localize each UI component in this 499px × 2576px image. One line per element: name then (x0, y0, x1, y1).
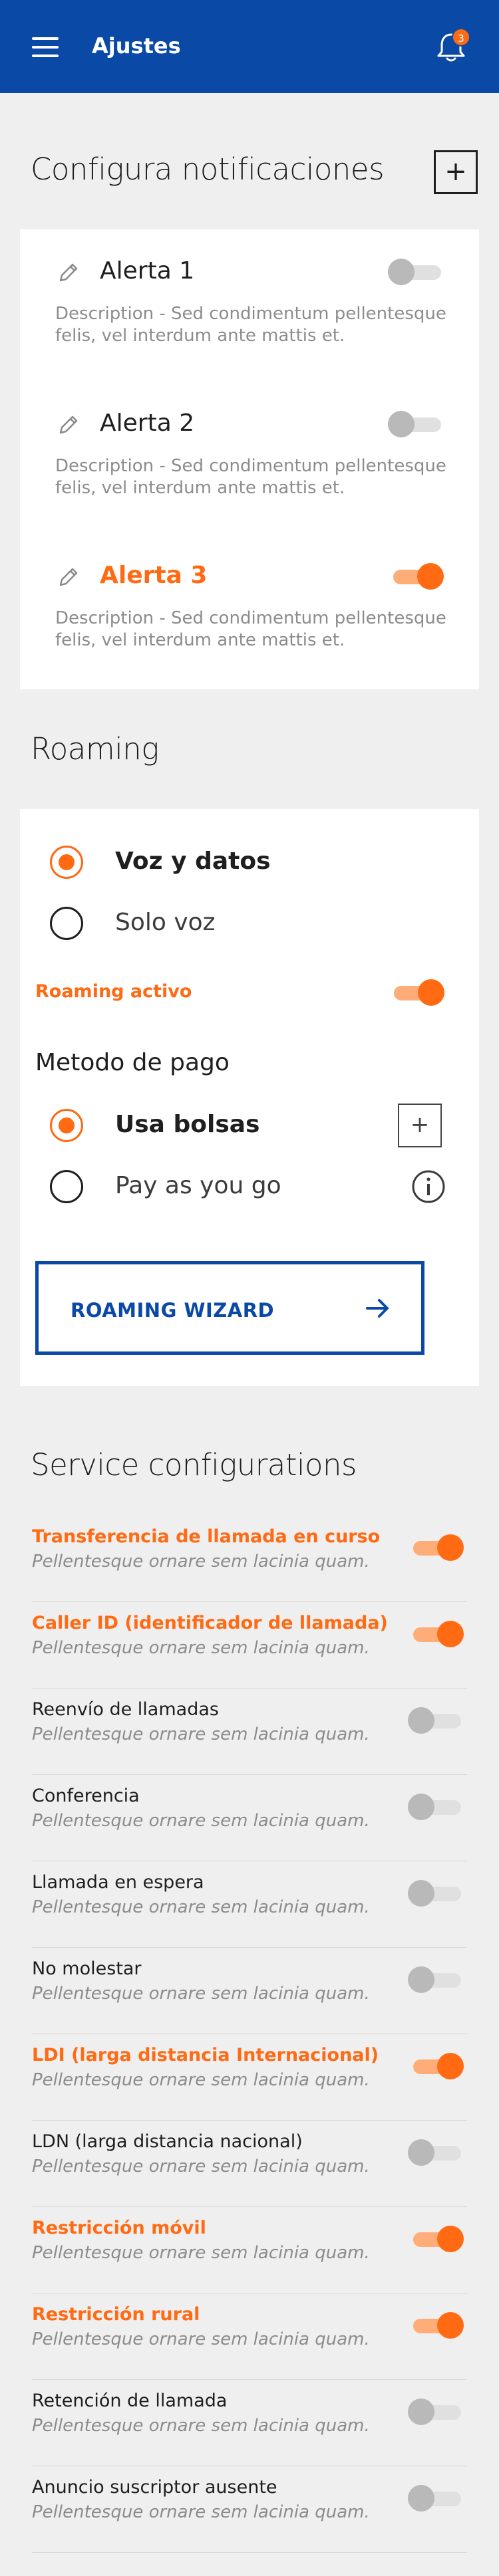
service-toggle[interactable] (408, 1879, 465, 1908)
payment-usa-bolsas-radio[interactable] (50, 1109, 83, 1142)
payment-pay-as-you-go-radio[interactable] (50, 1170, 83, 1203)
roaming-option-voz-y-datos-label: Voz y datos (115, 848, 271, 875)
service-row: Restricción rural Pellentesque ornare sem… (32, 2293, 467, 2380)
service-subtitle: Pellentesque ornare sem lacinia quam. (32, 2502, 370, 2522)
service-name: Reenvío de llamadas (32, 1699, 219, 1720)
service-name: Conferencia (32, 1786, 140, 1806)
roaming-option-solo-voz-radio[interactable] (50, 907, 83, 940)
pencil-icon[interactable] (55, 259, 82, 286)
service-row: Conferencia Pellentesque ornare sem lacin… (32, 1775, 467, 1861)
alert-3-toggle[interactable] (388, 562, 445, 591)
service-subtitle: Pellentesque ornare sem lacinia quam. (32, 1552, 370, 1572)
service-toggle[interactable] (408, 1965, 465, 1994)
service-name: LDN (larga distancia nacional) (32, 2131, 303, 2152)
arrow-right-icon (366, 1299, 389, 1318)
service-row: Retención de llamada Pellentesque ornare … (32, 2380, 467, 2466)
pencil-icon[interactable] (55, 411, 82, 438)
service-toggle[interactable] (408, 2484, 465, 2513)
service-name: Restricción rural (32, 2304, 200, 2325)
service-toggle[interactable] (408, 1706, 465, 1735)
service-subtitle: Pellentesque ornare sem lacinia quam. (32, 1638, 370, 1658)
service-subtitle: Pellentesque ornare sem lacinia quam. (32, 1811, 370, 1831)
service-toggle[interactable] (408, 1533, 465, 1562)
service-name: LDI (larga distancia Internacional) (32, 2045, 379, 2065)
notification-badge: 3 (452, 28, 470, 47)
service-subtitle: Pellentesque ornare sem lacinia quam. (32, 2070, 370, 2090)
service-name: Caller ID (identificador de llamada) (32, 1613, 388, 1633)
service-toggle[interactable] (408, 2397, 465, 2426)
alert-2-toggle[interactable] (388, 410, 445, 439)
service-name: Anuncio suscriptor ausente (32, 2477, 277, 2498)
alert-2-description: Description - Sed condimentum pellentesq… (55, 456, 446, 498)
alert-1-toggle[interactable] (388, 257, 445, 287)
service-name: Llamada en espera (32, 1872, 204, 1893)
add-bolsa-button[interactable]: + (398, 1104, 442, 1147)
service-toggle[interactable] (408, 2224, 465, 2254)
service-row: Anuncio suscriptor ausente Pellentesque o… (32, 2466, 467, 2553)
roaming-active-toggle[interactable] (389, 978, 446, 1007)
roaming-option-solo-voz-label: Solo voz (115, 909, 216, 936)
payment-usa-bolsas-label: Usa bolsas (115, 1111, 260, 1138)
service-row: No molestar Pellentesque ornare sem lacin… (32, 1948, 467, 2034)
service-subtitle: Pellentesque ornare sem lacinia quam. (32, 1724, 370, 1744)
service-row: LDN (larga distancia nacional) Pellentesq… (32, 2121, 467, 2207)
service-subtitle: Pellentesque ornare sem lacinia quam. (32, 2329, 370, 2349)
service-subtitle: Pellentesque ornare sem lacinia quam. (32, 1984, 370, 2004)
roaming-wizard-label: ROAMING WIZARD (71, 1299, 275, 1322)
service-row: Caller ID (identificador de llamada) Pell… (32, 1602, 467, 1689)
service-toggle[interactable] (408, 1792, 465, 1821)
service-toggle[interactable] (408, 1619, 465, 1649)
service-subtitle: Pellentesque ornare sem lacinia quam. (32, 1897, 370, 1917)
service-subtitle: Pellentesque ornare sem lacinia quam. (32, 2243, 370, 2263)
add-notification-button[interactable]: + (434, 150, 478, 194)
alert-3-description: Description - Sed condimentum pellentesq… (55, 608, 446, 650)
payment-method-title: Metodo de pago (35, 1049, 230, 1076)
payment-pay-as-you-go-label: Pay as you go (115, 1172, 281, 1199)
service-row: Llamada en espera Pellentesque ornare sem… (32, 1861, 467, 1948)
notifications-section-title: Configura notificaciones (31, 152, 385, 187)
service-toggle[interactable] (408, 2138, 465, 2167)
notifications-card: Alerta 1 Description - Sed condimentum p… (20, 229, 479, 689)
service-row: Restricción móvil Pellentesque ornare sem… (32, 2207, 467, 2293)
alert-2-name: Alerta 2 (100, 410, 195, 437)
roaming-active-label: Roaming activo (35, 981, 192, 1002)
pencil-icon[interactable] (55, 564, 82, 590)
service-toggle[interactable] (408, 2311, 465, 2340)
service-row: LDI (larga distancia Internacional) Pelle… (32, 2034, 467, 2121)
service-subtitle: Pellentesque ornare sem lacinia quam. (32, 2416, 370, 2436)
alert-3-name: Alerta 3 (100, 562, 208, 589)
alert-1-name: Alerta 1 (100, 257, 195, 285)
alert-1-description: Description - Sed condimentum pellentesq… (55, 304, 446, 346)
service-name: No molestar (32, 1958, 142, 1979)
app-bar: Ajustes 3 (0, 0, 499, 93)
service-row: Reenvío de llamadas Pellentesque ornare s… (32, 1689, 467, 1775)
services-section-title: Service configurations (31, 1447, 357, 1482)
roaming-wizard-button[interactable]: ROAMING WIZARD (35, 1261, 424, 1355)
service-name: Transferencia de llamada en curso (32, 1526, 381, 1547)
roaming-section-title: Roaming (31, 731, 159, 766)
hamburger-menu-icon[interactable] (32, 37, 59, 57)
service-subtitle: Pellentesque ornare sem lacinia quam. (32, 2157, 370, 2176)
page-title: Ajustes (92, 33, 181, 59)
service-name: Restricción móvil (32, 2218, 206, 2238)
service-row: Transferencia de llamada en curso Pellent… (32, 1516, 467, 1602)
info-icon[interactable] (411, 1169, 446, 1204)
roaming-option-voz-y-datos-radio[interactable] (50, 846, 83, 879)
service-toggle[interactable] (408, 2051, 465, 2081)
service-name: Retención de llamada (32, 2391, 228, 2411)
